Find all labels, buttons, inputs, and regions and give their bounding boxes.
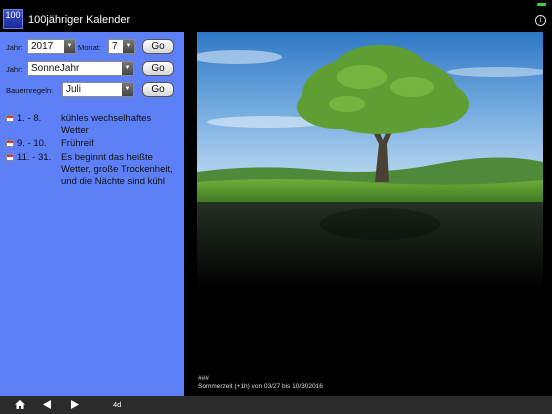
chevron-down-icon: ▼ [123, 40, 134, 53]
calendar-icon [6, 140, 14, 147]
battery-icon [537, 3, 546, 6]
home-icon[interactable] [15, 400, 25, 409]
dst-info: Sommerzeit (+1h) von 03/27 bis 10/302016 [198, 383, 323, 390]
forward-icon[interactable] [71, 400, 79, 409]
go-button-rules[interactable]: Go [142, 82, 174, 97]
bottom-toolbar: 4d [0, 396, 552, 414]
chevron-down-icon: ▼ [64, 40, 75, 53]
year-type-label: Jahr: [6, 65, 23, 74]
list-item[interactable]: 11. - 31. Es beginnt das heißte Wetter, … [6, 152, 176, 202]
chevron-down-icon: ▼ [122, 83, 133, 96]
list-item[interactable]: 9. - 10. Frühreif [6, 138, 176, 150]
left-panel: Jahr: 2017 ▼ Monat: 7 ▼ Go Jahr: SonneJa… [0, 32, 184, 396]
rule-text: Es beginnt das heißte Wetter, große Troc… [61, 152, 173, 187]
rules-label: Bauernregeln: [6, 86, 54, 95]
list-item[interactable]: 1. - 8. kühles wechselhaftes Wetter [6, 113, 176, 137]
top-bar: 100 100jähriger Kalender i [0, 0, 552, 32]
year-type-select[interactable]: SonneJahr ▼ [27, 61, 134, 76]
month-select[interactable]: 7 ▼ [108, 39, 135, 54]
rule-text: Frühreif [61, 138, 94, 149]
calendar-icon [6, 115, 14, 122]
year-type-select-value: SonneJahr [31, 63, 80, 74]
year-select-value: 2017 [31, 41, 54, 52]
go-button-year-type[interactable]: Go [142, 61, 174, 76]
app-title: 100jähriger Kalender [28, 14, 131, 26]
month-label: Monat: [78, 43, 101, 52]
chevron-down-icon: ▼ [122, 62, 133, 75]
go-button-date[interactable]: Go [142, 39, 174, 54]
year-label: Jahr: [6, 43, 23, 52]
rules-month-select-value: Juli [66, 84, 82, 95]
rule-text: kühles wechselhaftes Wetter [61, 113, 152, 136]
rule-range: 9. - 10. [17, 138, 47, 149]
view-mode-button[interactable]: 4d [113, 400, 121, 409]
info-icon[interactable]: i [535, 15, 546, 26]
footer-note: ### Sommerzeit (+1h) von 03/27 bis 10/30… [198, 375, 323, 391]
calendar-icon [6, 154, 14, 161]
rule-range: 11. - 31. [17, 152, 52, 163]
month-select-value: 7 [112, 41, 118, 52]
year-select[interactable]: 2017 ▼ [27, 39, 76, 54]
back-icon[interactable] [43, 400, 51, 409]
tree-photo [197, 32, 543, 290]
app-icon: 100 [3, 9, 23, 29]
rules-month-select[interactable]: Juli ▼ [62, 82, 134, 97]
rule-range: 1. - 8. [17, 113, 42, 124]
footer-line-1: ### [198, 375, 209, 382]
